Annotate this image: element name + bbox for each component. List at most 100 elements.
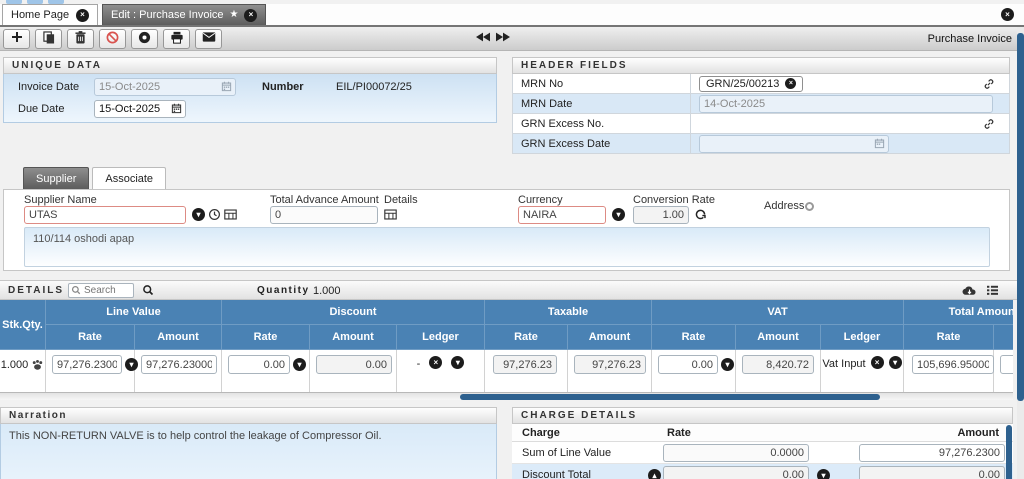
list-view-icon[interactable] [986,285,999,299]
clear-icon[interactable]: × [870,356,884,369]
header-fields-panel: HEADER FIELDS MRN No GRN/25/00213 × MRN … [512,57,1010,154]
address-textarea[interactable]: 110/114 oshodi apap [24,227,990,267]
mrn-no-chip[interactable]: GRN/25/00213 × [699,75,804,92]
col-discount-amount: Amount [310,325,397,350]
print-button[interactable] [163,28,190,49]
cell-vat-ledger: Vat Input × ▾ [821,350,904,392]
cell-total-amount-rate [904,350,994,392]
close-all-tabs-icon[interactable]: × [1001,8,1014,21]
narration-textarea[interactable]: This NON-RETURN VALVE is to help control… [0,424,497,479]
cell-vat-rate: ▾ [652,350,736,392]
copy-button[interactable] [35,28,62,49]
supplier-name-label: Supplier Name [24,194,97,206]
collapse-up-icon[interactable]: ▴ [648,469,661,479]
invoice-date-field[interactable] [94,78,236,96]
void-button[interactable] [131,28,158,49]
email-button[interactable] [195,28,222,49]
trash-icon [75,30,86,47]
cloud-download-icon[interactable] [962,285,977,300]
line-value-amount-field[interactable] [141,355,217,374]
narration-header: Narration [0,407,497,424]
history-icon[interactable] [208,208,221,224]
tab-home-page[interactable]: Home Page × [2,4,98,25]
link-icon[interactable] [983,118,995,133]
cell-discount-rate: ▾ [222,350,310,392]
tab-edit-purchase-invoice[interactable]: Edit : Purchase Invoice ★ × [102,4,267,25]
calendar-icon[interactable] [874,138,885,152]
dropdown-icon[interactable]: ▾ [721,358,734,371]
cell-next-partial [994,350,1013,392]
col-discount-rate: Rate [222,325,310,350]
supplier-panel: Supplier Name ▾ Total Advance Amount Det… [3,189,1010,271]
add-button[interactable] [3,28,30,49]
details-table-header: Stk.Qty. Line Value Discount Taxable VAT… [0,300,1013,350]
grn-excess-date-field[interactable] [699,134,889,153]
charge-rate-field[interactable] [663,466,809,479]
vat-rate-field[interactable] [658,355,718,374]
cell-taxable-amount [568,350,652,392]
horizontal-scrollbar-thumb[interactable] [460,394,880,400]
vertical-scrollbar[interactable] [1017,27,1024,479]
currency-field[interactable] [518,206,606,224]
col-discount-ledger: Ledger [397,325,485,350]
horizontal-scrollbar[interactable] [0,392,1013,400]
tab-close-icon[interactable]: × [76,8,89,22]
calendar-icon[interactable] [171,103,182,117]
previous-record-button[interactable] [476,32,490,45]
charge-rate-field[interactable] [663,444,809,462]
next-record-button[interactable] [496,32,510,45]
conversion-rate-label: Conversion Rate [633,194,715,206]
vat-amount-field[interactable] [742,355,814,374]
link-icon[interactable] [983,78,995,93]
tab-edit-purchase-invoice-label: Edit : Purchase Invoice [111,9,224,21]
total-amount-rate-field[interactable] [912,355,994,374]
currency-dropdown-icon[interactable]: ▾ [612,208,625,221]
discount-amount-field[interactable] [316,355,392,374]
taxable-amount-field[interactable] [574,355,646,374]
cell-line-value-rate: ▾ [46,350,138,392]
total-advance-field[interactable] [270,206,378,224]
mrn-date-field[interactable] [699,94,993,113]
details-table-icon[interactable] [384,209,397,223]
supplier-name-field[interactable] [24,206,186,224]
discount-rate-field[interactable] [228,355,290,374]
taxable-rate-field[interactable] [493,355,557,374]
dropdown-icon[interactable]: ▾ [817,469,830,479]
details-label: Details [384,194,418,206]
search-button[interactable] [142,284,154,299]
search-icon [71,285,81,298]
conversion-rate-field[interactable] [633,206,689,224]
vertical-scrollbar-thumb[interactable] [1017,33,1024,401]
calendar-icon[interactable] [221,81,232,95]
currency-label: Currency [518,194,563,206]
tab-associate[interactable]: Associate [92,167,167,189]
clear-icon[interactable]: × [429,356,443,369]
refresh-icon[interactable] [694,208,707,224]
cancel-button[interactable] [99,28,126,49]
next-column-field[interactable] [1000,355,1013,374]
charge-amount-field[interactable] [859,444,1005,462]
col-total-rate: Rate [904,325,994,350]
charge-amount-field[interactable] [859,466,1005,479]
favorite-star-icon[interactable]: ★ [230,10,239,20]
tab-home-page-label: Home Page [11,9,70,21]
paw-icon[interactable] [31,359,44,374]
dropdown-icon[interactable]: ▾ [293,358,306,371]
charge-name: Discount Total [522,468,591,479]
tab-supplier[interactable]: Supplier [23,167,90,189]
details-bar: DETAILS Quantity 1.000 [0,280,1017,300]
address-toggle-icon[interactable] [805,202,814,211]
group-vat: VAT [652,300,904,325]
table-lookup-icon[interactable] [224,209,237,223]
col-rate: Rate [667,426,691,439]
tab-close-icon[interactable]: × [244,8,258,22]
chip-remove-icon[interactable]: × [785,78,797,89]
supplier-dropdown-icon[interactable]: ▾ [192,208,205,221]
group-line-value: Line Value [46,300,222,325]
dropdown-icon[interactable]: ▾ [888,356,902,369]
mrn-no-value: GRN/25/00213 [706,77,780,90]
charge-scrollbar-thumb[interactable] [1006,425,1012,479]
line-value-rate-field[interactable] [52,355,122,374]
delete-button[interactable] [67,28,94,49]
dropdown-icon[interactable]: ▾ [451,356,465,369]
